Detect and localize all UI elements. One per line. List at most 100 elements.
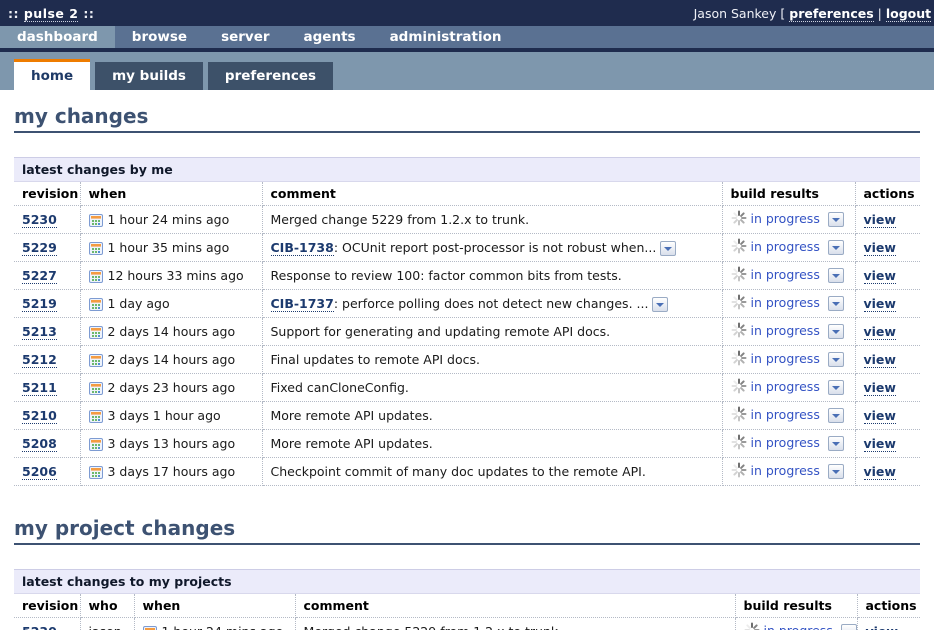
who-cell: jason (80, 618, 134, 630)
build-status-link[interactable]: in progress (751, 267, 820, 282)
revision-link[interactable]: 5230 (22, 212, 57, 228)
spinner-icon (731, 266, 747, 285)
when-text: 12 hours 33 mins ago (108, 268, 244, 283)
revision-link[interactable]: 5213 (22, 324, 57, 340)
when-text: 2 days 14 hours ago (108, 324, 236, 339)
revision-link[interactable]: 5210 (22, 408, 57, 424)
view-link[interactable]: view (864, 240, 896, 256)
build-status-link[interactable]: in progress (751, 295, 820, 310)
nav-item-server[interactable]: server (204, 26, 286, 48)
open-bracket: [ (780, 6, 785, 21)
revision-cell: 5229 (14, 234, 80, 262)
revision-link[interactable]: 5230 (22, 624, 57, 630)
logout-link[interactable]: logout (886, 6, 931, 22)
build-actions-button[interactable] (828, 212, 844, 227)
nav-item-dashboard[interactable]: dashboard (0, 26, 115, 48)
view-link[interactable]: view (864, 212, 896, 228)
build-status-link[interactable]: in progress (751, 211, 820, 226)
my-project-changes-panel: latest changes to my projects revision w… (14, 569, 920, 630)
view-link[interactable]: view (864, 296, 896, 312)
build-actions-button[interactable] (828, 324, 844, 339)
view-link[interactable]: view (864, 380, 896, 396)
column-header-build-results: build results (722, 182, 855, 206)
build-actions-button[interactable] (828, 380, 844, 395)
revision-link[interactable]: 5229 (22, 240, 57, 256)
actions-cell: view (857, 618, 920, 630)
build-actions-button[interactable] (828, 268, 844, 283)
tab-preferences[interactable]: preferences (208, 62, 333, 90)
revision-cell: 5219 (14, 290, 80, 318)
view-link[interactable]: view (864, 408, 896, 424)
revision-link[interactable]: 5227 (22, 268, 57, 284)
table-row: 5212 2 days 14 hours ago Final updates t… (14, 346, 920, 374)
brand-link[interactable]: pulse 2 (24, 6, 79, 22)
build-status-link[interactable]: in progress (751, 351, 820, 366)
build-status-link[interactable]: in progress (764, 623, 833, 630)
view-link[interactable]: view (864, 324, 896, 340)
nav-item-administration[interactable]: administration (373, 26, 519, 48)
issue-link[interactable]: CIB-1738 (271, 240, 334, 256)
calendar-icon (143, 625, 157, 630)
comment-cell: Fixed canCloneConfig. (262, 374, 722, 402)
comment-expand-button[interactable] (652, 297, 668, 312)
table-row: 5229 1 hour 35 mins ago CIB-1738: OCUnit… (14, 234, 920, 262)
revision-cell: 5212 (14, 346, 80, 374)
page-content: my changes latest changes by me revision… (0, 104, 934, 630)
comment-expand-button[interactable] (660, 241, 676, 256)
comment-text: Response to review 100: factor common bi… (271, 268, 622, 283)
view-link[interactable]: view (864, 436, 896, 452)
view-link[interactable]: view (864, 268, 896, 284)
preferences-link[interactable]: preferences (789, 6, 873, 22)
revision-cell: 5210 (14, 402, 80, 430)
actions-cell: view (855, 234, 920, 262)
build-status-link[interactable]: in progress (751, 407, 820, 422)
table-row: 5206 3 days 17 hours ago Checkpoint comm… (14, 458, 920, 486)
build-status-link[interactable]: in progress (751, 239, 820, 254)
build-actions-button[interactable] (828, 408, 844, 423)
revision-link[interactable]: 5206 (22, 464, 57, 480)
actions-cell: view (855, 402, 920, 430)
view-link[interactable]: view (864, 464, 896, 480)
my-changes-panel: latest changes by me revision when comme… (14, 157, 920, 486)
nav-item-agents[interactable]: agents (287, 26, 373, 48)
column-header-revision: revision (14, 594, 80, 618)
build-actions-button[interactable] (828, 464, 844, 479)
build-actions-button[interactable] (828, 296, 844, 311)
brand-suffix: :: (83, 6, 94, 21)
nav-item-browse[interactable]: browse (115, 26, 204, 48)
spinner-icon (744, 622, 760, 630)
build-actions-button[interactable] (841, 624, 857, 630)
view-link[interactable]: view (866, 624, 898, 630)
build-actions-button[interactable] (828, 352, 844, 367)
panel-title: latest changes to my projects (14, 569, 920, 594)
build-status-link[interactable]: in progress (751, 379, 820, 394)
revision-link[interactable]: 5208 (22, 436, 57, 452)
build-status-link[interactable]: in progress (751, 323, 820, 338)
build-actions-button[interactable] (828, 436, 844, 451)
my-project-changes-table: revision who when comment build results … (14, 594, 920, 630)
build-actions-button[interactable] (828, 240, 844, 255)
tab-home[interactable]: home (14, 59, 90, 90)
build-status-link[interactable]: in progress (751, 463, 820, 478)
build-results-cell: in progress (722, 374, 855, 402)
when-text: 1 hour 35 mins ago (108, 240, 230, 255)
table-row: 5227 12 hours 33 mins ago Response to re… (14, 262, 920, 290)
when-cell: 2 days 23 hours ago (80, 374, 262, 402)
my-changes-table: revision when comment build results acti… (14, 182, 920, 486)
actions-cell: view (855, 206, 920, 234)
revision-link[interactable]: 5212 (22, 352, 57, 368)
revision-cell: 5206 (14, 458, 80, 486)
table-row: 5230 1 hour 24 mins ago Merged change 52… (14, 206, 920, 234)
revision-link[interactable]: 5211 (22, 380, 57, 396)
tab-my-builds[interactable]: my builds (95, 62, 203, 90)
build-results-cell: in progress (722, 346, 855, 374)
calendar-icon (89, 353, 103, 368)
build-results-cell: in progress (722, 318, 855, 346)
issue-link[interactable]: CIB-1737 (271, 296, 334, 312)
revision-link[interactable]: 5219 (22, 296, 57, 312)
column-header-actions: actions (857, 594, 920, 618)
when-text: 1 hour 24 mins ago (108, 212, 230, 227)
build-status-link[interactable]: in progress (751, 435, 820, 450)
when-text: 1 hour 24 mins ago (162, 624, 284, 630)
view-link[interactable]: view (864, 352, 896, 368)
